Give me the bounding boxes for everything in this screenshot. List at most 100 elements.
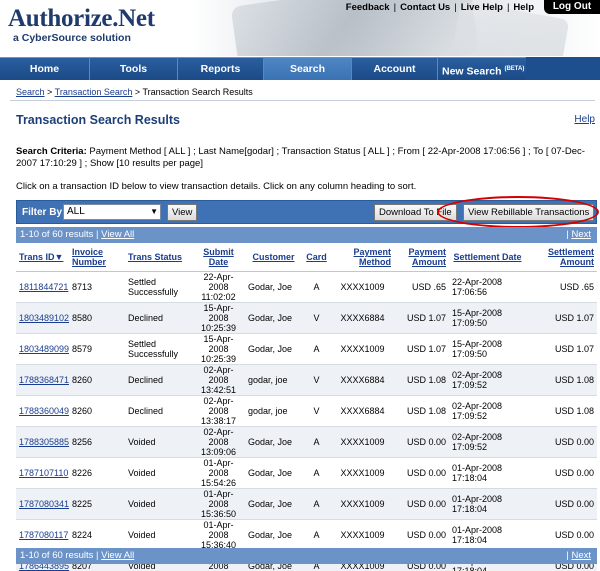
cell-trans-id[interactable]: 1787080341	[16, 488, 69, 520]
cell-trans-id[interactable]: 1811844721	[16, 271, 69, 303]
sort-arrow-icon: ▼	[54, 252, 64, 263]
breadcrumb: Search > Transaction Search > Transactio…	[16, 87, 253, 97]
cell-customer: Godar, Joe	[245, 457, 302, 489]
cell-submit: 15-Apr-2008 10:25:39	[192, 333, 245, 365]
tab-tools[interactable]: Tools	[90, 57, 178, 80]
cell-invoice: 8224	[69, 519, 125, 551]
column-header-customer[interactable]: Customer	[245, 244, 302, 272]
help-link[interactable]: Help	[574, 114, 595, 125]
table-row: 1787107110 8226 Voided 01-Apr-2008 15:54:26…	[16, 457, 597, 489]
table-row: 1787080341 8225 Voided 01-Apr-2008 15:36:50…	[16, 488, 597, 520]
breadcrumb-transaction-search[interactable]: Transaction Search	[55, 87, 133, 97]
top-links: Feedback | Contact Us | Live Help | Help	[342, 2, 538, 13]
cell-amount: USD 0.00	[394, 519, 449, 551]
cell-trans-id[interactable]: 1803489099	[16, 333, 69, 365]
cell-invoice: 8260	[69, 364, 125, 396]
cell-settle-amount: USD 1.08	[526, 395, 597, 427]
cell-submit: 01-Apr-2008 15:36:40	[192, 519, 245, 551]
view-all-link-bottom[interactable]: View All	[101, 550, 134, 561]
cell-status: Declined	[125, 364, 192, 396]
cell-submit: 01-Apr-2008 15:54:26	[192, 457, 245, 489]
logout-button[interactable]: Log Out	[544, 0, 600, 14]
highlight-circle	[437, 196, 599, 228]
result-range: 1-10 of 60 results	[20, 229, 94, 240]
tab-search[interactable]: Search	[264, 57, 352, 80]
column-header-payment-method[interactable]: Payment Method	[331, 244, 394, 272]
cell-settlement: 01-Apr-2008 17:18:04	[449, 519, 526, 551]
tab-account[interactable]: Account	[352, 57, 438, 80]
column-header-settlement-amount[interactable]: Settlement Amount	[526, 244, 597, 272]
next-link-bottom[interactable]: Next	[571, 550, 591, 561]
cell-amount: USD 0.00	[394, 457, 449, 489]
cell-invoice: 8580	[69, 302, 125, 334]
page-title: Transaction Search Results	[16, 113, 180, 127]
cell-customer: Godar, Joe	[245, 488, 302, 520]
beta-badge: (BETA)	[504, 66, 525, 72]
cell-status: Voided	[125, 488, 192, 520]
column-header-settlement-date[interactable]: Settlement Date	[449, 244, 526, 272]
divider	[10, 100, 595, 101]
cell-card: A	[302, 333, 331, 365]
view-button[interactable]: View	[167, 204, 198, 221]
page: { "header": { "logo_main": "Authorize.Ne…	[0, 0, 600, 571]
feedback-link[interactable]: Feedback	[342, 2, 394, 13]
filter-selected-value: ALL	[67, 206, 85, 217]
next-link[interactable]: Next	[571, 229, 591, 240]
logo-tagline: a CyberSource solution	[13, 32, 131, 44]
criteria-label: Search Criteria:	[16, 146, 87, 157]
help-link-top[interactable]: Help	[509, 2, 538, 13]
cell-trans-id[interactable]: 1788305885	[16, 426, 69, 458]
column-header-payment-amount[interactable]: Payment Amount	[394, 244, 449, 272]
pagination-top: 1-10 of 60 results | View All | Next	[16, 227, 597, 243]
cell-amount: USD 1.08	[394, 395, 449, 427]
cell-trans-id[interactable]: 1787107110	[16, 457, 69, 489]
cell-invoice: 8226	[69, 457, 125, 489]
cell-status: Voided	[125, 457, 192, 489]
view-all-link[interactable]: View All	[101, 229, 134, 240]
column-header-trans-id[interactable]: Trans ID▼	[16, 244, 69, 272]
cell-method: XXXX1009	[331, 271, 394, 303]
new-search-label: New Search	[442, 65, 502, 78]
transactions-table: Trans ID▼ Invoice Number Trans Status Su…	[16, 244, 597, 571]
column-header-submit-date[interactable]: Submit Date	[192, 244, 245, 272]
cell-method: XXXX6884	[331, 395, 394, 427]
cell-method: XXXX1009	[331, 488, 394, 520]
cell-invoice: 8260	[69, 395, 125, 427]
chevron-down-icon: ▼	[150, 207, 158, 216]
cell-method: XXXX6884	[331, 302, 394, 334]
cell-customer: Godar, Joe	[245, 302, 302, 334]
cell-settlement: 01-Apr-2008 17:18:04	[449, 457, 526, 489]
cell-invoice: 8225	[69, 488, 125, 520]
cell-customer: godar, joe	[245, 395, 302, 427]
column-header-status[interactable]: Trans Status	[125, 244, 192, 272]
cell-settle-amount: USD 0.00	[526, 519, 597, 551]
cell-method: XXXX1009	[331, 457, 394, 489]
live-help-link[interactable]: Live Help	[457, 2, 507, 13]
cell-settle-amount: USD 1.08	[526, 364, 597, 396]
main-nav: Home Tools Reports Search Account New Se…	[0, 57, 600, 80]
cell-trans-id[interactable]: 1787080117	[16, 519, 69, 551]
tab-new-search[interactable]: New Search (BETA)	[438, 57, 526, 80]
column-header-invoice[interactable]: Invoice Number	[69, 244, 125, 272]
cell-method: XXXX1009	[331, 426, 394, 458]
cell-customer: Godar, Joe	[245, 426, 302, 458]
contact-us-link[interactable]: Contact Us	[396, 2, 454, 13]
cell-amount: USD 1.07	[394, 333, 449, 365]
cell-settlement: 02-Apr-2008 17:09:52	[449, 426, 526, 458]
cell-card: A	[302, 519, 331, 551]
cell-settle-amount: USD 1.07	[526, 333, 597, 365]
cell-invoice: 8579	[69, 333, 125, 365]
tab-home[interactable]: Home	[0, 57, 90, 80]
cell-card: V	[302, 395, 331, 427]
cell-card: V	[302, 364, 331, 396]
cell-trans-id[interactable]: 1788360049	[16, 395, 69, 427]
cell-submit: 02-Apr-2008 13:38:17	[192, 395, 245, 427]
cell-amount: USD .65	[394, 271, 449, 303]
cell-trans-id[interactable]: 1788368471	[16, 364, 69, 396]
column-header-card[interactable]: Card	[302, 244, 331, 272]
cell-trans-id[interactable]: 1803489102	[16, 302, 69, 334]
breadcrumb-search[interactable]: Search	[16, 87, 45, 97]
cell-settlement: 22-Apr-2008 17:06:56	[449, 271, 526, 303]
tab-reports[interactable]: Reports	[178, 57, 264, 80]
filter-select[interactable]: ALL ▼	[63, 204, 161, 220]
